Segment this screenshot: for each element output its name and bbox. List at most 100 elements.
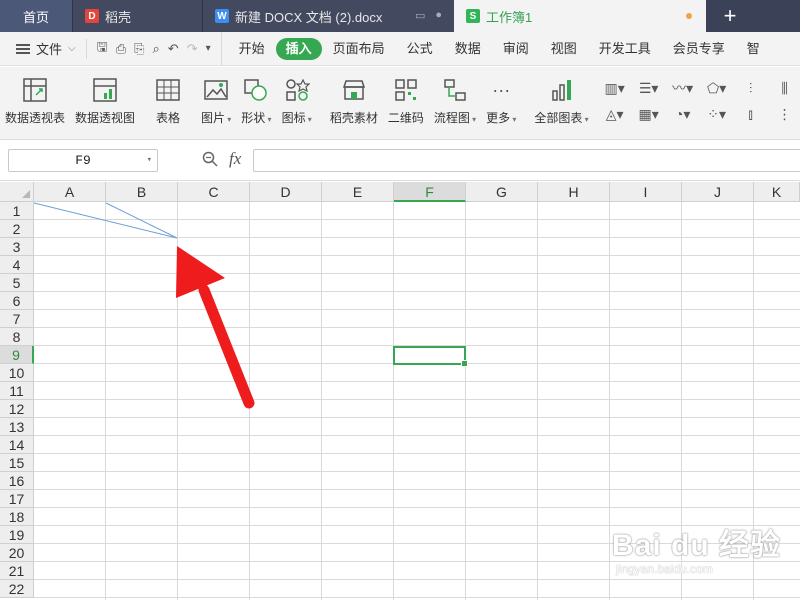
menu-start[interactable]: 开始 [228,38,276,60]
tab-workbook-label: 工作簿1 [486,9,533,25]
table-button[interactable]: 表格 [153,75,183,126]
tab-document[interactable]: W 新建 DOCX 文档 (2).docx ▭ ● [202,0,454,32]
row-header-10[interactable]: 10 [0,364,34,382]
row-header-7[interactable]: 7 [0,310,34,328]
row-header-13[interactable]: 13 [0,418,34,436]
customize-icon[interactable]: ▾ [206,43,211,54]
area-chart-icon[interactable]: ◬▾ [598,101,632,127]
row-header-14[interactable]: 14 [0,436,34,454]
row-header-8[interactable]: 8 [0,328,34,346]
pivot-table-button[interactable]: 数据透视表 [5,75,65,126]
print-preview-icon[interactable]: ⎘ [134,41,144,57]
line-chart-icon[interactable]: 〰▾ [666,75,700,101]
more-label: 更多 [486,109,516,126]
row-header-17[interactable]: 17 [0,490,34,508]
qrcode-icon [391,75,421,105]
row-header-16[interactable]: 16 [0,472,34,490]
column-header-d[interactable]: D [250,182,322,202]
row-header-11[interactable]: 11 [0,382,34,400]
formula-input[interactable] [253,149,800,172]
chart-type-grid: ▥▾ ☰▾ 〰▾ ⬠▾ ⫶ ⫼ ◬▾ ▦▾ ◔▾ ⁘▾ ⫾ ⋮ [598,75,800,127]
bar-chart-horizontal-icon[interactable]: ☰▾ [632,75,666,101]
fx-icon[interactable]: fx [229,149,241,169]
row-header-4[interactable]: 4 [0,256,34,274]
sparkline-icon[interactable]: ⫾ [734,101,768,127]
daoke-material-button[interactable]: 稻壳素材 [330,75,378,126]
redo-icon[interactable]: ↷ [187,41,198,57]
save-icon[interactable]: 🖫 [97,38,108,60]
row-header-2[interactable]: 2 [0,220,34,238]
menu-data[interactable]: 数据 [444,38,492,60]
column-header-g[interactable]: G [466,182,538,202]
baidu-jingyan-watermark: Bai du 经验 jingyan.baidu.com [612,520,781,576]
picture-button[interactable]: 图片 [201,75,231,126]
tab-bar: 首页 D 稻壳 W 新建 DOCX 文档 (2).docx ▭ ● S 工作簿1… [0,0,800,32]
column-header-a[interactable]: A [34,182,106,202]
row-header-1[interactable]: 1 [0,202,34,220]
more-button[interactable]: ··· 更多 [486,75,516,126]
row-header-12[interactable]: 12 [0,400,34,418]
column-header-f[interactable]: F [394,182,466,202]
spreadsheet-icon: S [466,9,480,23]
active-cell-f9[interactable] [393,346,468,367]
tab-home-label: 首页 [22,9,49,25]
daoke-icon: D [85,9,99,23]
qrcode-label: 二维码 [387,111,424,125]
all-charts-button[interactable]: 全部图表 [534,75,588,126]
row-header-21[interactable]: 21 [0,562,34,580]
icon-label: 图标 [282,109,312,126]
row-header-20[interactable]: 20 [0,544,34,562]
flowchart-icon [440,75,470,105]
column-header-k[interactable]: K [754,182,800,202]
stock-chart-icon[interactable]: ⫶ [734,75,768,101]
menu-smart[interactable]: 智 [736,38,771,60]
menu-review[interactable]: 审阅 [492,38,540,60]
column-header-j[interactable]: J [682,182,754,202]
print-icon[interactable]: ⎙ [116,41,126,57]
shape-button[interactable]: 形状 [241,75,271,126]
icon-button[interactable]: 图标 [282,75,312,126]
column-header-e[interactable]: E [322,182,394,202]
row-header-18[interactable]: 18 [0,508,34,526]
extra-chart-2-icon[interactable]: ⋮ [768,101,800,127]
new-tab-button[interactable]: + [710,0,750,32]
zoom-search-icon[interactable] [202,151,218,170]
column-header-c[interactable]: C [178,182,250,202]
combo-chart-icon[interactable]: ▦▾ [632,101,666,127]
column-header-i[interactable]: I [610,182,682,202]
tab-workbook[interactable]: S 工作簿1 [454,0,706,32]
scatter-chart-icon[interactable]: ⁘▾ [700,101,734,127]
chevron-down-icon[interactable]: ▾ [147,150,152,171]
close-dot-icon[interactable]: ● [435,9,442,22]
flowchart-button[interactable]: 流程图 [434,75,476,126]
name-box[interactable]: F9 ▾ [8,149,158,172]
menu-member[interactable]: 会员专享 [662,38,736,60]
radar-chart-icon[interactable]: ⬠▾ [700,75,734,101]
undo-icon[interactable]: ↶ [168,41,179,57]
menu-view[interactable]: 视图 [540,38,588,60]
menu-insert[interactable]: 插入 [275,37,322,60]
menu-page-layout[interactable]: 页面布局 [322,38,396,60]
extra-chart-icon[interactable]: ⫼ [768,75,800,101]
column-chart-icon[interactable]: ▥▾ [598,75,632,101]
column-header-h[interactable]: H [538,182,610,202]
pivot-chart-button[interactable]: 数据透视图 [75,75,135,126]
tab-daoke[interactable]: D 稻壳 [72,0,202,32]
row-header-22[interactable]: 22 [0,580,34,598]
file-menu[interactable]: 文件 ⌵ [0,32,86,65]
menu-formulas[interactable]: 公式 [396,38,444,60]
find-icon[interactable]: ⌕ [153,41,160,57]
column-header-b[interactable]: B [106,182,178,202]
pie-chart-icon[interactable]: ◔▾ [666,101,700,127]
row-header-9[interactable]: 9 [0,346,34,364]
menu-developer[interactable]: 开发工具 [588,38,662,60]
row-header-3[interactable]: 3 [0,238,34,256]
row-header-6[interactable]: 6 [0,292,34,310]
row-header-19[interactable]: 19 [0,526,34,544]
tab-home[interactable]: 首页 [0,0,72,32]
row-header-5[interactable]: 5 [0,274,34,292]
select-all-corner[interactable] [0,182,34,202]
row-header-15[interactable]: 15 [0,454,34,472]
qrcode-button[interactable]: 二维码 [388,75,424,126]
monitor-icon[interactable]: ▭ [415,9,425,22]
